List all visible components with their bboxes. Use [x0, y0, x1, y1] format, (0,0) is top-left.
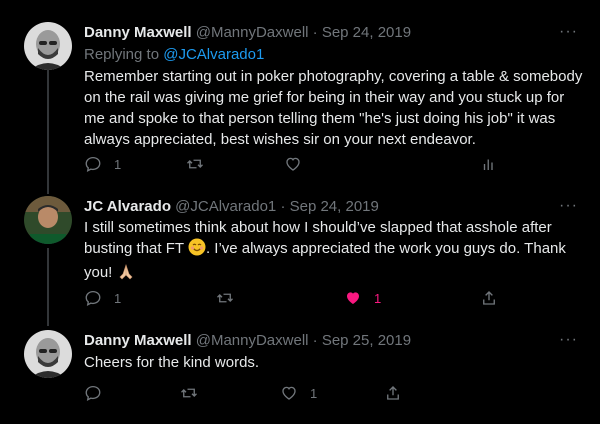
retweet-icon [217, 293, 233, 303]
share-icon [483, 291, 495, 305]
reply-button[interactable] [84, 384, 114, 402]
tweet-header: Danny Maxwell @MannyDaxwell · Sep 24, 20… [84, 23, 411, 43]
share-icon [387, 386, 399, 400]
display-name[interactable]: Danny Maxwell [84, 24, 192, 41]
more-options-button[interactable]: ··· [559, 22, 578, 42]
reply-count: 1 [114, 156, 122, 172]
avatar-photo-icon [24, 330, 72, 378]
retweet-button[interactable] [186, 155, 216, 173]
reply-icon [85, 385, 101, 401]
avatar[interactable] [24, 22, 72, 70]
share-button[interactable] [480, 289, 498, 307]
tweet-header: JC Alvarado @JCAlvarado1 · Sep 24, 2019 [84, 197, 379, 217]
display-name[interactable]: Danny Maxwell [84, 332, 192, 349]
tweet-actions: 1 [84, 155, 494, 175]
folded-hands-icon [117, 262, 135, 286]
replying-to: Replying to @JCAlvarado1 [84, 45, 264, 65]
timestamp[interactable]: Sep 25, 2019 [322, 332, 411, 349]
avatar-photo-icon [24, 22, 72, 70]
tweet[interactable]: Danny Maxwell @MannyDaxwell · Sep 24, 20… [0, 0, 600, 190]
like-button[interactable]: 1 [344, 289, 381, 307]
tweet[interactable]: Danny Maxwell @MannyDaxwell · Sep 25, 20… [0, 320, 600, 424]
like-count: 1 [374, 290, 382, 306]
display-name[interactable]: JC Alvarado [84, 198, 171, 215]
handle[interactable]: @JCAlvarado1 [175, 198, 276, 215]
avatar[interactable] [24, 196, 72, 244]
reply-icon [85, 156, 101, 172]
separator: · [312, 332, 318, 349]
retweet-button[interactable] [216, 289, 246, 307]
more-options-button[interactable]: ··· [559, 330, 578, 350]
replying-to-label: Replying to [84, 46, 160, 63]
tweet-text: Remember starting out in poker photograp… [84, 68, 583, 148]
reply-button[interactable]: 1 [84, 155, 121, 173]
retweet-icon [181, 388, 197, 398]
more-options-button[interactable]: ··· [559, 196, 578, 216]
heart-filled-icon [347, 292, 359, 304]
timestamp[interactable]: Sep 24, 2019 [322, 24, 411, 41]
separator: · [280, 198, 286, 215]
retweet-button[interactable] [180, 384, 210, 402]
tweet-actions: 1 1 [84, 289, 495, 309]
tweet-text: I still sometimes think about how I shou… [84, 217, 584, 286]
heart-icon [282, 386, 296, 400]
like-button[interactable] [284, 155, 314, 173]
retweet-icon [187, 159, 203, 169]
tweet-text: Cheers for the kind words. [84, 354, 260, 371]
analytics-icon [483, 159, 493, 170]
avatar-photo-icon [24, 196, 72, 244]
reply-button[interactable]: 1 [84, 289, 121, 307]
share-button[interactable] [384, 384, 402, 402]
like-button[interactable]: 1 [280, 384, 317, 402]
timestamp[interactable]: Sep 24, 2019 [290, 198, 379, 215]
tweet-header: Danny Maxwell @MannyDaxwell · Sep 25, 20… [84, 331, 411, 351]
tweet[interactable]: JC Alvarado @JCAlvarado1 · Sep 24, 2019 … [0, 190, 600, 320]
replying-to-link[interactable]: @JCAlvarado1 [163, 46, 264, 63]
handle[interactable]: @MannyDaxwell [196, 332, 309, 349]
smiling-face-icon [188, 238, 206, 262]
analytics-button[interactable] [480, 155, 498, 173]
reply-icon [85, 290, 101, 306]
handle[interactable]: @MannyDaxwell [196, 24, 309, 41]
heart-icon [286, 157, 300, 171]
like-count: 1 [310, 385, 318, 401]
tweet-actions: 1 [84, 384, 494, 404]
avatar[interactable] [24, 330, 72, 378]
separator: · [312, 24, 318, 41]
reply-count: 1 [114, 290, 122, 306]
